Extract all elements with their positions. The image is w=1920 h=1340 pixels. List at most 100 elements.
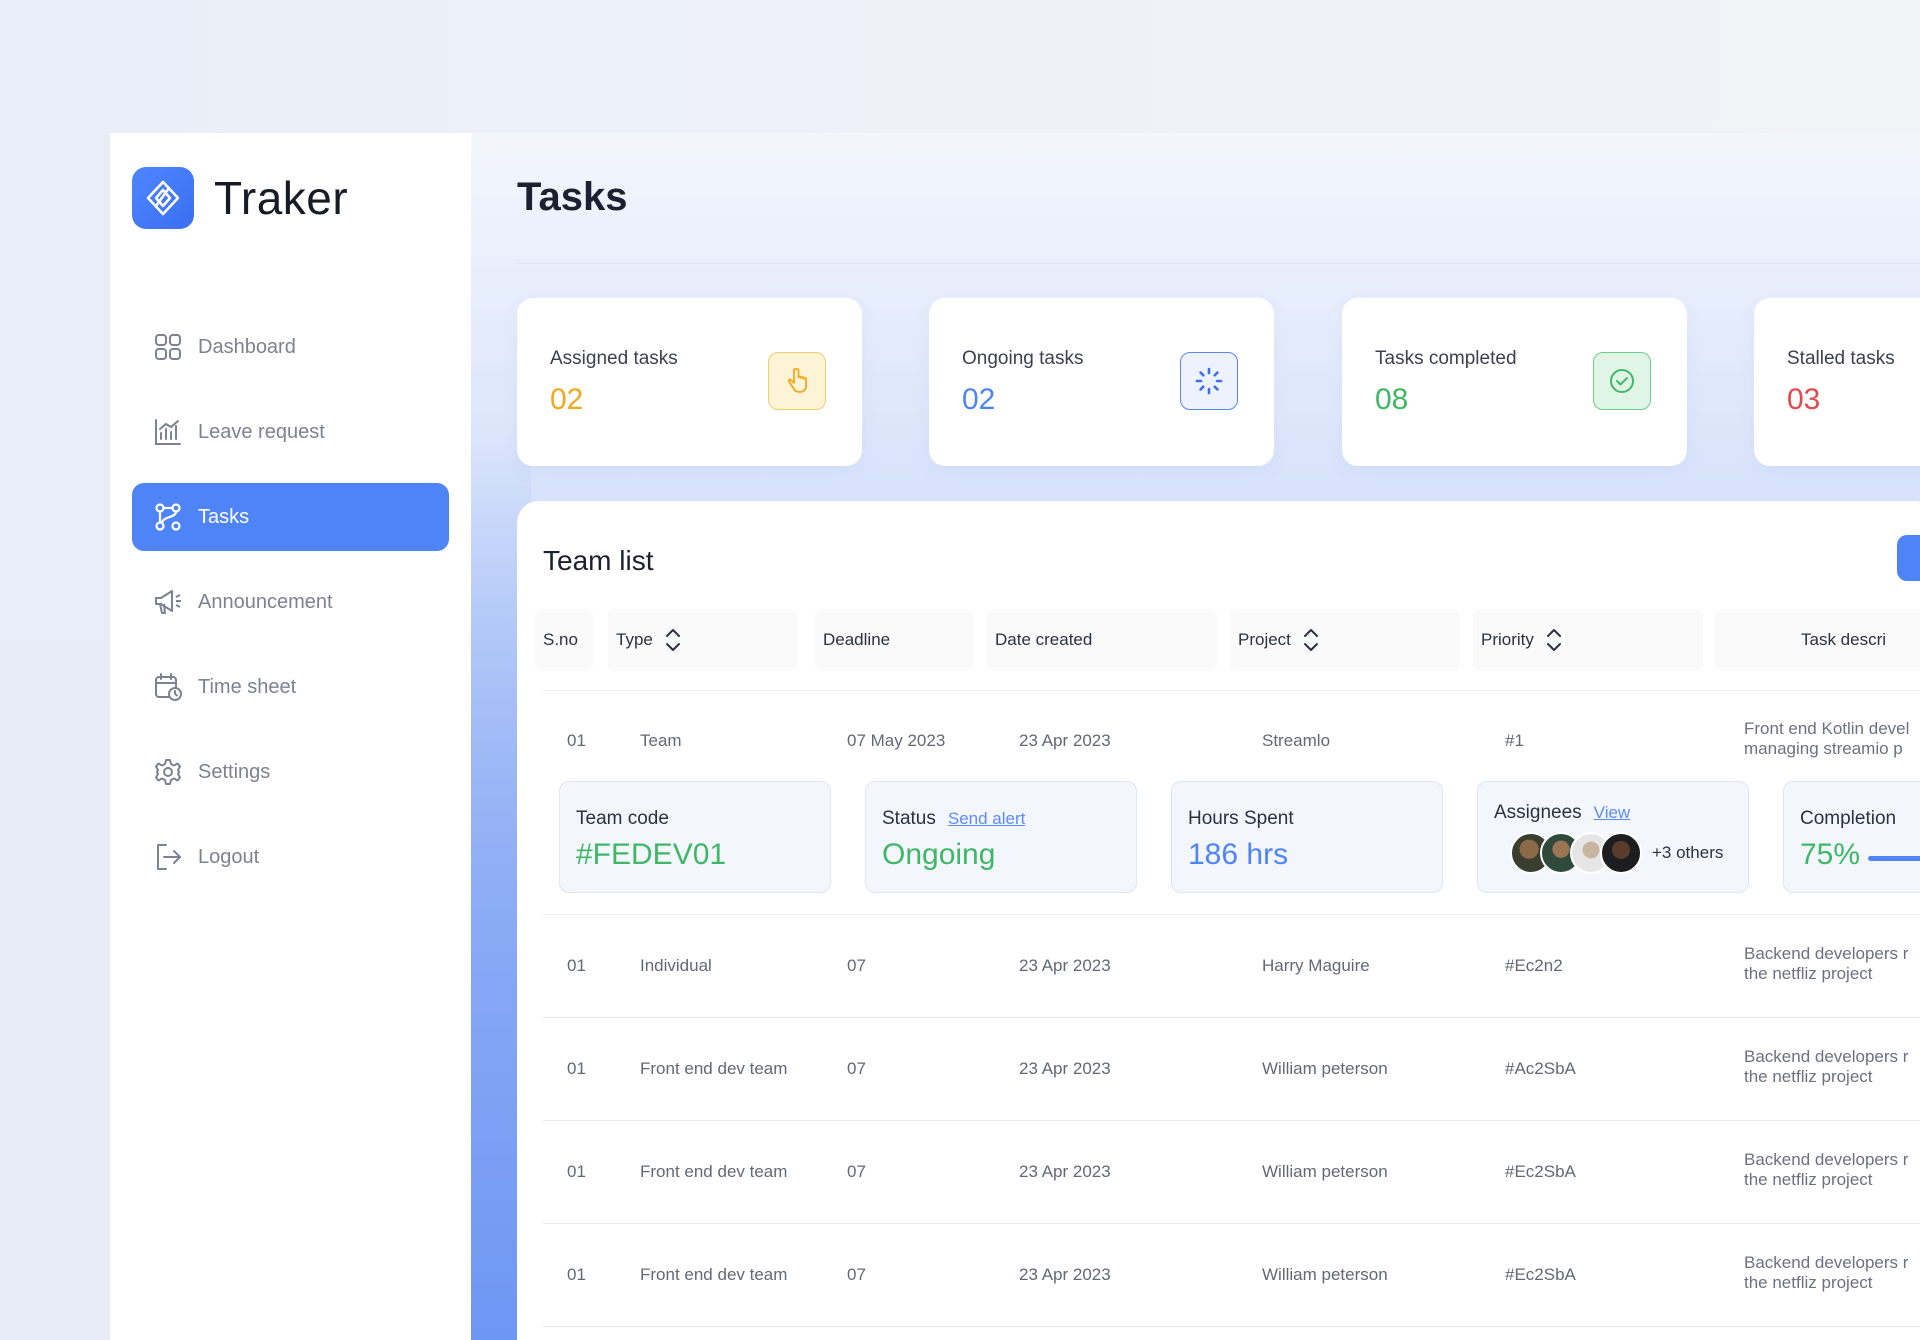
cell-description: Front end Kotlin devel managing streamio… [1744,719,1909,759]
stat-label: Ongoing tasks [962,348,1084,369]
stat-card-completed[interactable]: Tasks completed 08 [1342,298,1687,466]
stat-card-ongoing[interactable]: Ongoing tasks 02 [929,298,1274,466]
cell-project: Streamlo [1262,731,1331,750]
sidebar-item-label: Leave request [198,420,325,443]
cell-description: Backend developers r the netfliz project [1744,1150,1908,1190]
sidebar-item-label: Logout [198,845,260,868]
divider [543,914,1920,915]
sidebar-item-logout[interactable]: Logout [132,823,449,891]
description-line: Backend developers r [1744,1150,1909,1169]
completion-progress-bar [1868,856,1920,861]
stat-value: 02 [962,383,996,416]
flow-icon [152,501,184,533]
cell-priority: #Ac2SbA [1505,1059,1576,1078]
brand[interactable]: Traker [132,167,348,229]
cell-project: William peterson [1262,1059,1388,1078]
sidebar-item-settings[interactable]: Settings [132,738,449,806]
sidebar-item-dashboard[interactable]: Dashboard [132,313,449,381]
cell-deadline: 07 [847,956,866,975]
divider [543,690,1920,691]
description-line: Front end Kotlin devel [1744,719,1910,738]
divider [543,1120,1920,1121]
sidebar-item-label: Dashboard [198,335,296,358]
cell-date-created: 23 Apr 2023 [1019,956,1111,975]
completion-value: 75% [1800,838,1861,871]
cell-priority: #Ec2n2 [1505,956,1563,975]
detail-label: Assignees View [1494,802,1630,824]
detail-label: Team code [576,808,669,829]
detail-card-assignees: Assignees View +3 others [1477,781,1749,893]
sort-icon[interactable] [665,627,681,653]
add-team-button[interactable] [1897,535,1920,581]
hand-pointer-icon [768,352,826,410]
avatar [1600,832,1642,874]
detail-label: Hours Spent [1188,808,1294,829]
detail-card-team-code: Team code #FEDEV01 [559,781,831,893]
column-label: S.no [543,630,578,649]
sidebar-item-leave-request[interactable]: Leave request [132,398,449,466]
sidebar-item-time-sheet[interactable]: Time sheet [132,653,449,721]
cell-deadline: 07 [847,1265,866,1284]
backdrop-left [0,133,110,1340]
divider [543,1017,1920,1018]
status-value: Ongoing [882,838,996,871]
check-circle-icon [1593,352,1651,410]
description-line: Backend developers r [1744,1253,1909,1272]
cell-project: William peterson [1262,1265,1388,1284]
stat-card-assigned[interactable]: Assigned tasks 02 [517,298,862,466]
column-header-task-description: Task descri [1715,609,1920,671]
detail-label: Completion [1800,808,1897,829]
sort-icon[interactable] [1546,627,1562,653]
cell-type: Front end dev team [640,1162,788,1181]
column-header-priority[interactable]: Priority [1473,609,1703,671]
column-label: Deadline [823,630,891,649]
column-label: Date created [995,630,1093,649]
divider [517,263,1920,264]
cell-type: Team [640,731,682,750]
cell-sno: 01 [567,1265,586,1284]
sidebar-item-announcement[interactable]: Announcement [132,568,449,636]
page-title: Tasks [517,175,628,219]
column-header-type[interactable]: Type [608,609,797,671]
cell-type: Front end dev team [640,1059,788,1078]
grid-icon [152,331,184,363]
description-line: Backend developers r [1744,944,1909,963]
cell-deadline: 07 [847,1162,866,1181]
stat-value: 02 [550,383,584,416]
gear-icon [152,756,184,788]
stat-card-stalled[interactable]: Stalled tasks 03 [1754,298,1920,466]
cell-description: Backend developers r the netfliz project [1744,1253,1908,1293]
sidebar-item-tasks[interactable]: Tasks [132,483,449,551]
stat-label: Assigned tasks [550,348,678,369]
stat-value: 08 [1375,383,1409,416]
column-header-date-created: Date created [987,609,1217,671]
detail-card-status: Status Send alert Ongoing [865,781,1137,893]
cell-sno: 01 [567,1162,586,1181]
status-label: Status [882,808,936,829]
logout-icon [152,841,184,873]
cell-type: Individual [640,956,712,975]
cell-deadline: 07 May 2023 [847,731,946,750]
column-header-project[interactable]: Project [1230,609,1460,671]
panel-title: Team list [543,545,654,576]
detail-card-hours: Hours Spent 186 hrs [1171,781,1443,893]
column-header-sno: S.no [535,609,593,671]
detail-card-completion: Completion 75% [1783,781,1920,893]
brand-name: Traker [214,172,349,224]
assignees-others: +3 others [1652,843,1724,862]
sort-icon[interactable] [1303,627,1319,653]
megaphone-icon [152,586,184,618]
column-label: Project [1238,630,1291,649]
description-line: the netfliz project [1744,1170,1873,1189]
main-content: Tasks Assigned tasks 02 Ongoing tasks 02… [471,133,1920,1340]
view-assignees-link[interactable]: View [1594,803,1631,822]
stat-value: 03 [1787,383,1821,416]
hours-value: 186 hrs [1188,838,1289,871]
cell-priority: #Ec2SbA [1505,1162,1576,1181]
team-list-panel: Team list S.no Type Deadline Date create… [517,501,1920,1340]
sidebar-nav: Dashboard Leave request Tasks Announceme… [132,313,449,908]
sidebar-item-label: Settings [198,760,271,783]
avatar-group[interactable]: +3 others [1510,832,1723,874]
send-alert-link[interactable]: Send alert [948,809,1026,828]
chart-icon [152,416,184,448]
